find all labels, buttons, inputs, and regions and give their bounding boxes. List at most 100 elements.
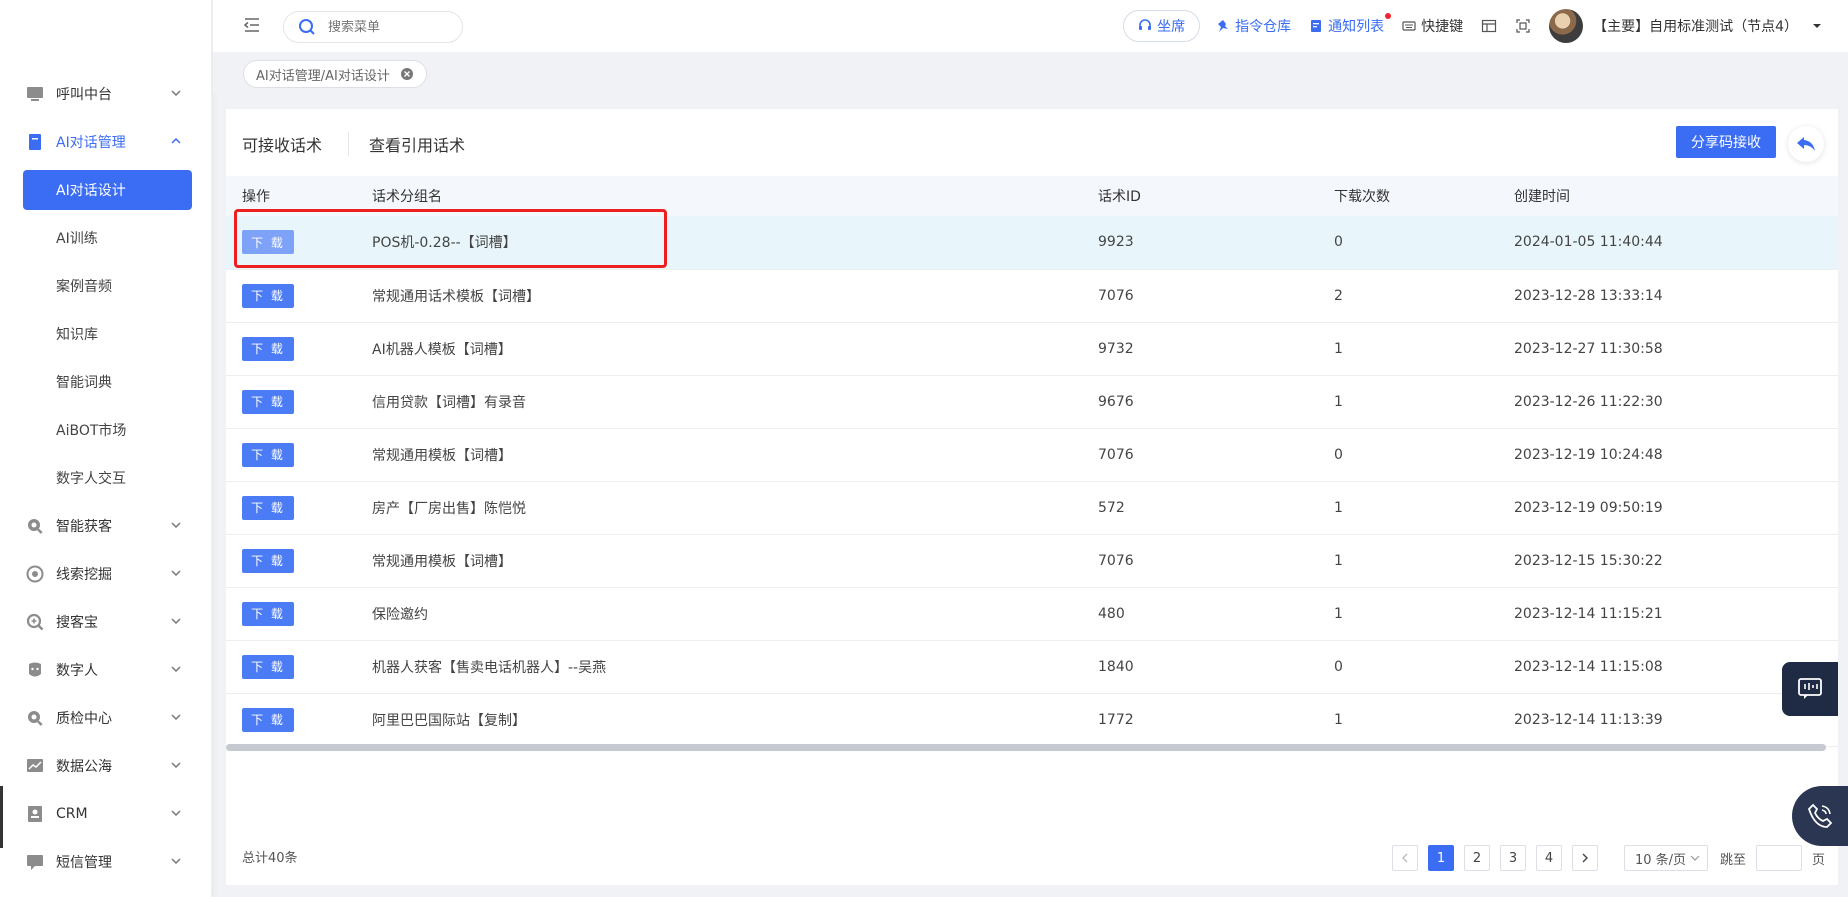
chevron-up-icon: [171, 137, 181, 144]
table-row[interactable]: 下 载 保险邀约 480 1 2023-12-14 11:15:21: [226, 587, 1838, 640]
floating-phone-button[interactable]: [1792, 786, 1848, 846]
script-id-cell: 572: [1098, 499, 1125, 516]
sidebar-subitem-knowledge-base[interactable]: 知识库: [0, 310, 212, 358]
horizontal-scrollbar[interactable]: [226, 744, 1826, 751]
menu-search[interactable]: [283, 11, 463, 43]
search-input[interactable]: [328, 19, 448, 35]
target-icon: [26, 565, 44, 583]
shortcut-link[interactable]: 快捷键: [1402, 16, 1463, 36]
next-page-button[interactable]: [1572, 845, 1598, 871]
sidebar-subitem-case-audio[interactable]: 案例音频: [0, 262, 212, 310]
close-icon[interactable]: [400, 67, 414, 81]
phone-icon: [1807, 803, 1833, 828]
script-id-cell: 9732: [1098, 340, 1134, 357]
tab-referenced-scripts[interactable]: 查看引用话术: [349, 132, 465, 156]
download-button[interactable]: 下 载: [242, 548, 294, 573]
quality-search-icon: [26, 709, 44, 727]
shortcut-label: 快捷键: [1421, 19, 1464, 35]
download-button[interactable]: 下 载: [242, 654, 294, 679]
download-button[interactable]: 下 载: [242, 707, 294, 732]
tab-receivable-scripts[interactable]: 可接收话术: [242, 132, 350, 156]
group-name-cell: 信用贷款【词槽】有录音: [372, 394, 526, 411]
downloads-cell: 1: [1334, 605, 1343, 622]
page-button[interactable]: 1: [1428, 845, 1454, 871]
avatar[interactable]: [1549, 9, 1584, 43]
screenshot-icon[interactable]: [1515, 18, 1531, 34]
sidebar-item-crm[interactable]: CRM: [0, 790, 212, 838]
sidebar-nav: 呼叫中台 AI对话管理 AI对话设计 AI训练 案例音频 知识库 智能词典 Ai…: [0, 70, 212, 886]
table-row[interactable]: 下 载 常规通用模板【词槽】 7076 1 2023-12-15 15:30:2…: [226, 534, 1838, 587]
sidebar-subitem-smart-dictionary[interactable]: 智能词典: [0, 358, 212, 406]
total-count: 总计40条: [242, 851, 298, 866]
download-button[interactable]: 下 载: [242, 601, 294, 626]
chevron-down-icon: [171, 90, 181, 97]
sidebar-item-sms[interactable]: 短信管理: [0, 838, 212, 886]
page-button[interactable]: 2: [1464, 845, 1490, 871]
book-icon: [26, 133, 44, 151]
search-plus-icon: [26, 613, 44, 631]
action-cell: 下 载: [226, 428, 372, 481]
seat-button[interactable]: 坐席: [1123, 10, 1201, 42]
sidebar-item-digital-human[interactable]: 数字人: [0, 646, 212, 694]
table-row[interactable]: 下 载 房产【厂房出售】陈恺悦 572 1 2023-12-19 09:50:1…: [226, 481, 1838, 534]
downloads-cell: 1: [1334, 499, 1343, 516]
sidebar-subitem-ai-training[interactable]: AI训练: [0, 214, 212, 262]
seat-label: 坐席: [1157, 19, 1186, 35]
sidebar-item-quality-center[interactable]: 质检中心: [0, 694, 212, 742]
sidebar-item-smart-acquisition[interactable]: 智能获客: [0, 502, 212, 550]
page-size-select[interactable]: 10 条/页: [1624, 845, 1708, 871]
sidebar-item-soukebao[interactable]: 搜客宝: [0, 598, 212, 646]
col-header-script-id: 话术ID: [1098, 189, 1141, 205]
table-row[interactable]: 下 载 常规通用模板【词槽】 7076 0 2023-12-19 10:24:4…: [226, 428, 1838, 481]
group-name-cell: 常规通用话术模板【词槽】: [372, 288, 540, 305]
sidebar-item-data-pool[interactable]: 数据公海: [0, 742, 212, 790]
share-code-receive-button[interactable]: 分享码接收: [1676, 126, 1776, 158]
sidebar-item-call-center[interactable]: 呼叫中台: [0, 70, 212, 118]
download-button[interactable]: 下 载: [242, 336, 294, 361]
sidebar-item-lead-mining[interactable]: 线索挖掘: [0, 550, 212, 598]
chevron-right-icon: [1582, 853, 1588, 863]
sidebar-subitem-ai-dialog-design[interactable]: AI对话设计: [23, 170, 192, 210]
jump-page-input[interactable]: [1756, 845, 1803, 871]
table-row[interactable]: 下 载 信用贷款【词槽】有录音 9676 1 2023-12-26 11:22:…: [226, 375, 1838, 428]
chevron-down-icon: [171, 666, 181, 673]
script-id-cell: 7076: [1098, 552, 1134, 569]
header-actions: 坐席 指令仓库 通知列表 快捷键 【主要】自用标准测试（节点4）: [1123, 0, 1848, 52]
table-row[interactable]: 下 载 AI机器人模板【词槽】 9732 1 2023-12-27 11:30:…: [226, 322, 1838, 375]
user-account-name[interactable]: 【主要】自用标准测试（节点4）: [1593, 16, 1798, 36]
prev-page-button[interactable]: [1392, 845, 1418, 871]
sidebar-subitem-digital-human-interaction[interactable]: 数字人交互: [0, 454, 212, 502]
annotation-highlight-box: [234, 209, 667, 268]
group-name-cell: AI机器人模板【词槽】: [372, 341, 512, 358]
page-button[interactable]: 4: [1536, 845, 1562, 871]
table-row[interactable]: 下 载 阿里巴巴国际站【复制】 1772 1 2023-12-14 11:13:…: [226, 693, 1838, 746]
contact-icon: [26, 805, 44, 823]
action-cell: 下 载: [226, 693, 372, 746]
notice-list-link[interactable]: 通知列表: [1309, 13, 1392, 36]
back-button[interactable]: [1788, 126, 1824, 162]
jump-label: 跳至: [1720, 852, 1747, 868]
command-repo-link[interactable]: 指令仓库: [1216, 16, 1291, 36]
downloads-cell: 2: [1334, 287, 1343, 304]
menu-collapse-icon[interactable]: [243, 16, 261, 34]
caret-down-icon[interactable]: [1812, 21, 1822, 31]
table-row[interactable]: 下 载 常规通用话术模板【词槽】 7076 2 2023-12-28 13:33…: [226, 269, 1838, 322]
group-name-cell: 机器人获客【售卖电话机器人】--吴燕: [372, 659, 607, 676]
download-button[interactable]: 下 载: [242, 442, 294, 467]
page-button[interactable]: 3: [1500, 845, 1526, 871]
message-icon: [26, 853, 44, 871]
main-card: 可接收话术 查看引用话术 分享码接收 操作 话术分组名 话术ID 下载次数 创建…: [226, 109, 1838, 885]
sidebar-item-ai-dialog[interactable]: AI对话管理: [0, 118, 212, 166]
download-button[interactable]: 下 载: [242, 389, 294, 414]
sidebar-item-label: 智能获客: [56, 519, 112, 535]
floating-chat-button[interactable]: [1782, 662, 1838, 716]
script-id-cell: 9923: [1098, 234, 1134, 251]
command-repo-label: 指令仓库: [1235, 19, 1292, 35]
sidebar-subitem-aibot-market[interactable]: AiBOT市场: [0, 406, 212, 454]
downloads-cell: 0: [1334, 234, 1343, 251]
table-row[interactable]: 下 载 机器人获客【售卖电话机器人】--吴燕 1840 0 2023-12-14…: [226, 640, 1838, 693]
download-button[interactable]: 下 载: [242, 283, 294, 308]
download-button[interactable]: 下 载: [242, 495, 294, 520]
tab-ai-dialog-design[interactable]: AI对话管理/AI对话设计: [243, 60, 427, 88]
layout-icon[interactable]: [1481, 18, 1497, 34]
